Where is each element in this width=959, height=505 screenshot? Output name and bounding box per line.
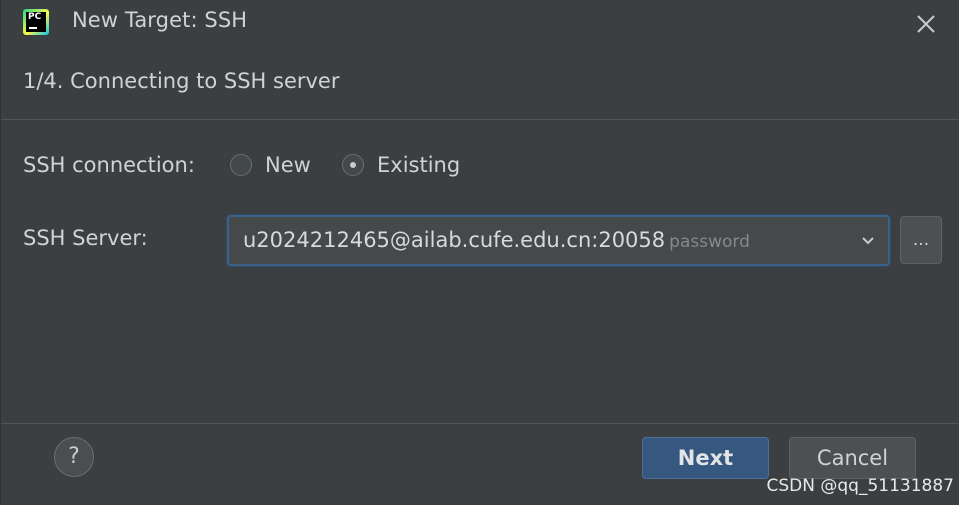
radio-new[interactable]: New xyxy=(230,153,311,177)
ssh-server-value-wrap: u2024212465@ailab.cufe.edu.cn:20058 passw… xyxy=(243,228,750,252)
footer-divider xyxy=(1,423,959,424)
pycharm-icon: PC xyxy=(23,9,49,35)
radio-existing[interactable]: Existing xyxy=(342,153,460,177)
pycharm-icon-inner: PC xyxy=(26,12,46,32)
app-icon-bar xyxy=(29,27,37,29)
csdn-watermark: CSDN @qq_51131887 xyxy=(766,476,954,496)
close-icon[interactable] xyxy=(914,12,938,36)
ssh-server-value: u2024212465@ailab.cufe.edu.cn:20058 xyxy=(243,228,666,252)
window-title: New Target: SSH xyxy=(72,8,248,32)
help-button[interactable]: ? xyxy=(54,437,94,477)
ssh-connection-label: SSH connection: xyxy=(23,153,195,177)
title-bar: PC New Target: SSH xyxy=(1,0,959,46)
app-icon-text: PC xyxy=(28,12,42,22)
new-target-ssh-dialog: PC New Target: SSH 1/4. Connecting to SS… xyxy=(0,0,959,505)
header-divider xyxy=(1,119,959,120)
radio-new-label[interactable]: New xyxy=(265,153,311,177)
ssh-auth-hint: password xyxy=(669,232,750,252)
ssh-server-label: SSH Server: xyxy=(23,226,148,250)
radio-existing-label[interactable]: Existing xyxy=(377,153,460,177)
chevron-down-icon[interactable] xyxy=(860,233,876,249)
cancel-button[interactable]: Cancel xyxy=(789,437,916,479)
next-button[interactable]: Next xyxy=(642,437,769,479)
browse-ssh-configs-button[interactable]: ... xyxy=(900,216,942,264)
step-title: 1/4. Connecting to SSH server xyxy=(23,69,340,93)
radio-new-circle[interactable] xyxy=(230,154,252,176)
ssh-server-select[interactable]: u2024212465@ailab.cufe.edu.cn:20058 passw… xyxy=(227,215,890,266)
radio-existing-circle[interactable] xyxy=(342,154,364,176)
